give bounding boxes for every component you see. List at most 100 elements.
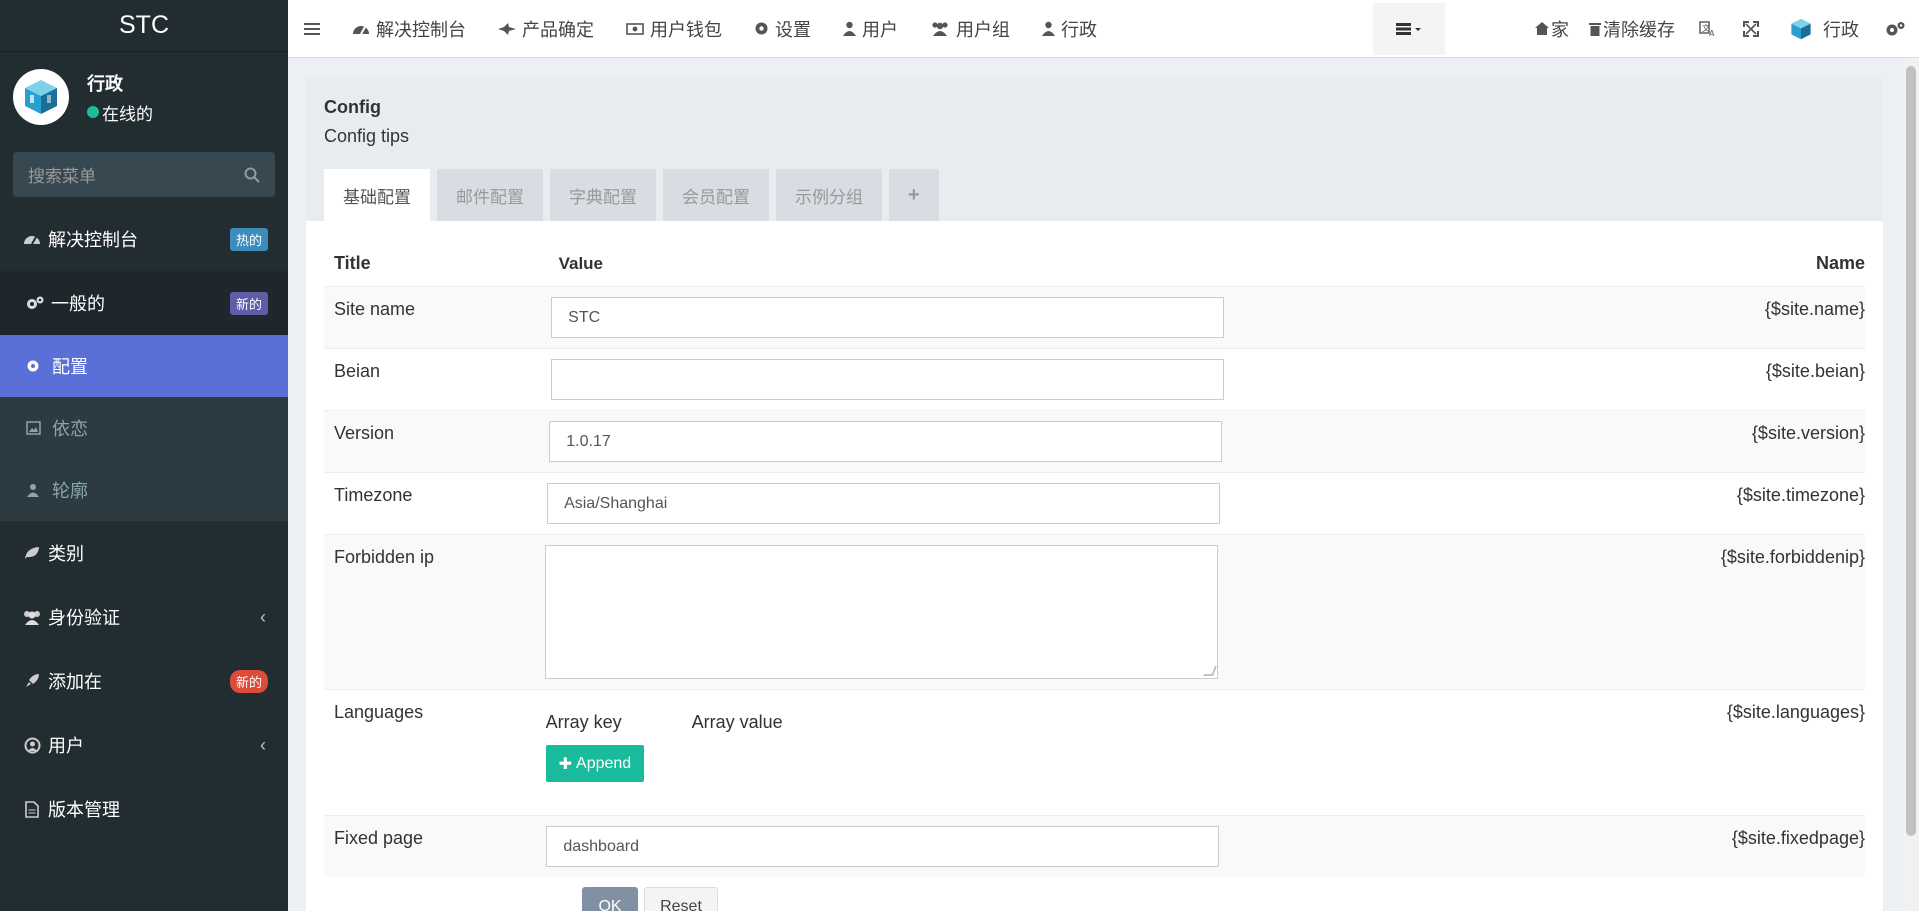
more-menu-dropdown[interactable] [1373, 2, 1445, 55]
rocket-icon [22, 673, 42, 689]
cogs-icon[interactable] [1885, 21, 1905, 37]
expand-icon[interactable] [1743, 20, 1759, 37]
home-link[interactable]: 家 [1525, 3, 1579, 55]
dashboard-icon [22, 231, 42, 247]
user-icon [26, 483, 44, 497]
col-name: Name [1815, 253, 1865, 273]
home-icon [1535, 22, 1549, 35]
nav-admin[interactable]: 行政 [1026, 3, 1113, 55]
user-panel: 行政 在线的 [0, 52, 288, 142]
admin-account-menu[interactable]: 行政 [1773, 3, 1875, 55]
app-logo-text: STC [119, 11, 169, 39]
sidebar-item-category[interactable]: 类别 [0, 521, 288, 585]
sidebar-item-config[interactable]: 配置 [0, 335, 288, 397]
new-badge-red: 新的 [229, 669, 268, 693]
fixed-page-field[interactable]: dashboard [546, 826, 1220, 867]
users-icon [930, 21, 950, 36]
user-circle-icon [22, 737, 42, 754]
gear-icon [754, 21, 769, 36]
tab-email[interactable]: 邮件配置 [437, 169, 543, 221]
sidebar-item-user[interactable]: 用户 ‹ [0, 713, 288, 777]
scrollbar-thumb[interactable] [1906, 66, 1916, 836]
tab-member[interactable]: 会员配置 [663, 169, 769, 221]
sidebar-item-version[interactable]: 版本管理 [0, 777, 288, 841]
row-name: {$site.fixedpage} [1731, 828, 1865, 848]
nav-dashboard[interactable]: 解决控制台 [336, 3, 482, 55]
nav-user[interactable]: 用户 [827, 3, 914, 55]
file-icon [22, 800, 42, 818]
site-name-field[interactable]: STC [551, 297, 1225, 338]
col-title: Title [334, 253, 371, 273]
beian-field[interactable] [551, 359, 1225, 400]
config-table: Title Value Name Site name STC {$site.na… [306, 221, 1883, 911]
tab-dictionary[interactable]: 字典配置 [550, 169, 656, 221]
menu-search-input[interactable]: 搜索菜单 [13, 152, 275, 197]
bars-icon[interactable] [304, 22, 320, 36]
list-dropdown-icon[interactable] [1396, 22, 1422, 36]
table-row: Beian {$site.beian} [324, 348, 1865, 410]
ok-button[interactable]: OK [582, 887, 638, 911]
nav-user-group[interactable]: 用户组 [914, 3, 1026, 55]
money-icon [626, 22, 644, 35]
gear-icon [26, 359, 44, 373]
reset-button[interactable]: Reset [644, 887, 718, 911]
row-title: Forbidden ip [334, 547, 435, 567]
row-title: Site name [334, 299, 416, 319]
config-tabs: 基础配置 邮件配置 字典配置 会员配置 示例分组 + [324, 169, 1865, 221]
sidebar-toggle[interactable] [288, 3, 336, 55]
resize-handle-icon[interactable] [1202, 666, 1217, 676]
tab-add[interactable]: + [889, 169, 939, 221]
page-scrollbar[interactable] [1903, 58, 1919, 911]
table-row: Site name STC {$site.name} [324, 286, 1865, 348]
table-header: Title Value Name [324, 221, 1865, 286]
row-title: Timezone [334, 485, 413, 505]
nav-product[interactable]: 产品确定 [482, 3, 610, 55]
sidebar-item-dashboard[interactable]: 解决控制台 热的 [0, 207, 288, 271]
row-title: Version [334, 423, 395, 443]
cogs-icon [25, 295, 45, 311]
array-value-label: Array value [691, 712, 783, 732]
table-row: Fixed page dashboard {$site.fixedpage} [324, 815, 1865, 877]
topbar: 解决控制台 产品确定 用户钱包 设置 用户 用户组 行政 家 清除缓存 文A 行… [288, 0, 1919, 58]
table-row: Version 1.0.17 {$site.version} [324, 410, 1865, 472]
tab-example-group[interactable]: 示例分组 [776, 169, 882, 221]
row-name: {$site.beian} [1765, 361, 1865, 381]
row-name: {$site.languages} [1726, 702, 1865, 722]
array-key-label: Array key [545, 712, 622, 732]
config-panel: Config Config tips 基础配置 邮件配置 字典配置 会员配置 示… [306, 77, 1883, 911]
sidebar-item-auth[interactable]: 身份验证 ‹ [0, 585, 288, 649]
clear-cache-button[interactable]: 清除缓存 [1579, 3, 1685, 55]
timezone-field[interactable]: Asia/Shanghai [547, 483, 1221, 524]
dashboard-icon [352, 22, 370, 36]
nav-wallet[interactable]: 用户钱包 [610, 3, 738, 55]
sidebar-item-general[interactable]: 一般的 新的 [0, 271, 288, 335]
translate-button[interactable]: 文A [1685, 3, 1729, 55]
append-button[interactable]: ✚ Append [545, 745, 645, 782]
page-tips: Config tips [324, 126, 410, 146]
array-labels: Array key Array value [546, 712, 1727, 733]
sidebar-item-profile[interactable]: 轮廓 [0, 459, 288, 521]
tab-basic[interactable]: 基础配置 [324, 169, 430, 221]
plus-icon: ✚ [558, 755, 573, 773]
sidebar-item-attachment[interactable]: 依恋 [0, 397, 288, 459]
version-field[interactable]: 1.0.17 [549, 421, 1223, 462]
fullscreen-button[interactable] [1729, 3, 1773, 55]
leaf-icon [22, 546, 42, 560]
form-actions: OK Reset [324, 887, 1865, 911]
sidebar-item-addon[interactable]: 添加在 新的 [0, 649, 288, 713]
table-row: Languages Array key Array value ✚ Append … [324, 689, 1865, 815]
user-icon [843, 21, 856, 36]
forbidden-ip-textarea[interactable] [544, 545, 1218, 679]
table-row: Timezone Asia/Shanghai {$site.timezone} [324, 472, 1865, 534]
control-sidebar-button[interactable] [1875, 3, 1919, 55]
translate-icon[interactable]: 文A [1699, 20, 1715, 37]
avatar [13, 69, 69, 125]
search-icon[interactable] [244, 167, 260, 183]
svg-text:A: A [1709, 29, 1715, 37]
col-value: Value [558, 254, 604, 273]
row-name: {$site.name} [1764, 299, 1865, 319]
app-logo[interactable]: STC [0, 0, 288, 52]
nav-settings[interactable]: 设置 [738, 3, 827, 55]
table-row: Forbidden ip {$site.forbiddenip} [324, 534, 1865, 689]
row-name: {$site.version} [1751, 423, 1865, 443]
